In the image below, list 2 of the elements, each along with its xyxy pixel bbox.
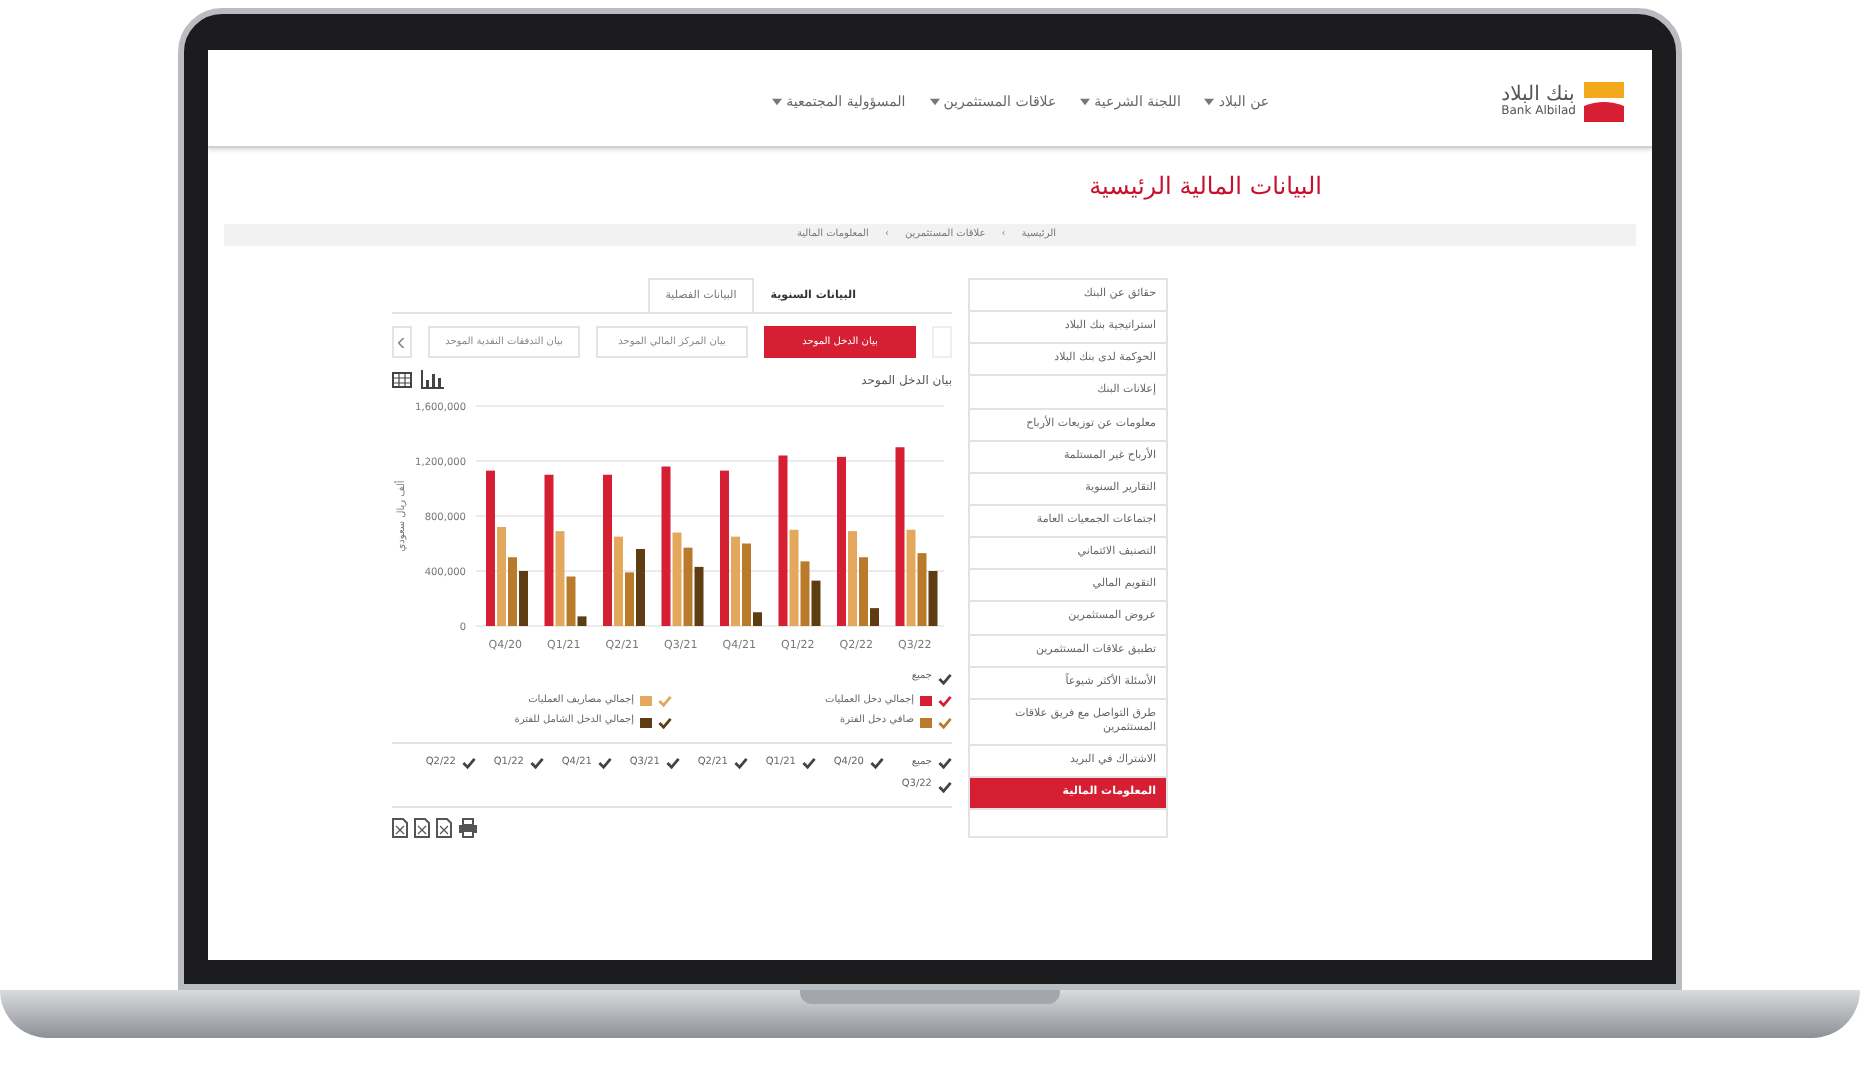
page-title: البيانات المالية الرئيسية <box>1089 170 1322 204</box>
logo-arabic-text: بنك البلاد <box>1501 86 1575 106</box>
